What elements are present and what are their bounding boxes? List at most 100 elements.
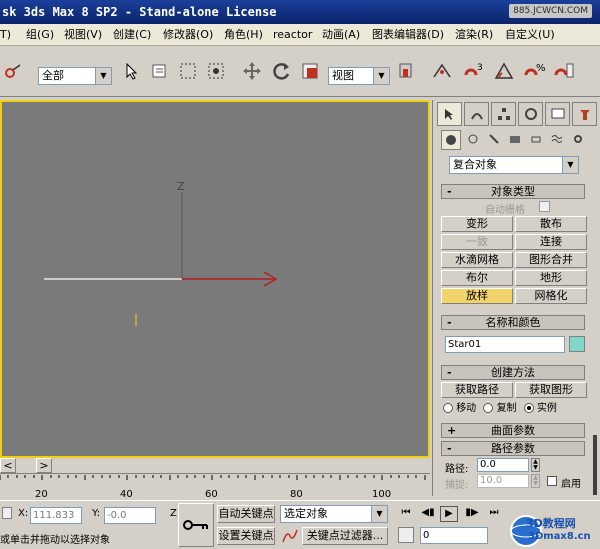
rotate-icon[interactable] xyxy=(270,59,294,83)
geometry-icon[interactable] xyxy=(441,130,461,150)
surface-params-rollout-header[interactable]: + 曲面参数 xyxy=(441,423,585,438)
menu-group[interactable]: 组(G) xyxy=(26,27,54,43)
logo-text: 3D教程网 xyxy=(526,517,576,530)
autogrid-checkbox[interactable] xyxy=(539,201,550,212)
name-color-rollout-header[interactable]: - 名称和颜色 xyxy=(441,315,585,330)
key-filters-button[interactable]: 关键点过滤器... xyxy=(302,527,388,545)
status-bar: X: 111.833 Y: -0.0 Z 或单击并拖动以选择对象 自动关键点 设… xyxy=(0,500,600,549)
snap-spinner[interactable]: ▲ ▼ xyxy=(531,474,540,488)
display-tab-icon[interactable] xyxy=(545,102,570,126)
cameras-icon[interactable] xyxy=(506,130,524,148)
copy-radio-label: 复制 xyxy=(496,403,517,414)
select-object-icon[interactable] xyxy=(120,59,144,83)
set-key-button[interactable]: 设置关键点 xyxy=(217,527,275,545)
ref-coord-dropdown[interactable]: 视图 ▼ xyxy=(328,67,390,85)
spinner-snap-icon[interactable] xyxy=(552,59,576,83)
spacewarps-icon[interactable] xyxy=(548,130,566,148)
move-radio-label: 移动 xyxy=(456,403,477,414)
motion-tab-icon[interactable] xyxy=(518,102,543,126)
object-category-dropdown[interactable]: 复合对象 ▼ xyxy=(449,156,579,174)
region-select-icon[interactable] xyxy=(176,59,200,83)
morph-button[interactable]: 变形 xyxy=(441,216,513,232)
key-icon xyxy=(183,520,208,530)
track-bar[interactable]: 20 40 60 80 100 xyxy=(0,475,430,500)
panel-scrollbar[interactable] xyxy=(593,435,597,495)
mesher-button[interactable]: 网格化 xyxy=(515,288,587,304)
time-slider[interactable]: < > xyxy=(0,458,430,474)
menu-character[interactable]: 角色(H) xyxy=(224,27,263,43)
path-params-rollout-header[interactable]: - 路径参数 xyxy=(441,441,585,456)
create-tab-icon[interactable] xyxy=(437,102,462,126)
play-icon[interactable]: ▶ xyxy=(440,506,458,522)
bind-icon[interactable] xyxy=(2,59,26,83)
terrain-button[interactable]: 地形 xyxy=(515,270,587,286)
hierarchy-tab-icon[interactable] xyxy=(491,102,516,126)
boolean-button[interactable]: 布尔 xyxy=(441,270,513,286)
key-mode-toggle-icon[interactable] xyxy=(398,527,414,543)
selection-filter-dropdown[interactable]: 全部 ▼ xyxy=(38,67,112,85)
shapes-icon[interactable] xyxy=(464,130,482,148)
next-frame-icon[interactable]: ▮▶ xyxy=(462,507,482,521)
utilities-tab-icon[interactable] xyxy=(572,102,597,126)
object-name-field[interactable]: Star01 xyxy=(445,336,565,353)
enable-checkbox[interactable] xyxy=(547,476,557,486)
conform-button[interactable]: 一致 xyxy=(441,234,513,250)
select-by-name-icon[interactable] xyxy=(148,59,172,83)
move-radio[interactable] xyxy=(443,403,453,413)
snap-value-field[interactable]: 10.0 xyxy=(477,474,529,488)
scale-icon[interactable] xyxy=(298,59,322,83)
menu-animation[interactable]: 动画(A) xyxy=(322,27,360,43)
move-icon[interactable] xyxy=(240,59,264,83)
x-coord-field[interactable]: 111.833 xyxy=(30,507,82,524)
set-key-mode-button[interactable] xyxy=(178,503,214,547)
lock-selection-icon[interactable] xyxy=(2,507,12,519)
helpers-icon[interactable] xyxy=(527,130,545,148)
key-selection-dropdown[interactable]: 选定对象 ▼ xyxy=(280,505,388,523)
shapemerge-button[interactable]: 图形合并 xyxy=(515,252,587,268)
select-manipulate-icon[interactable] xyxy=(430,59,454,83)
menu-graph-editors[interactable]: 图表编辑器(D) xyxy=(372,27,444,43)
get-path-button[interactable]: 获取路径 xyxy=(441,382,513,398)
snap-toggle-icon[interactable]: 3 xyxy=(462,59,486,83)
go-to-start-icon[interactable]: ⏮ xyxy=(396,507,416,521)
copy-radio[interactable] xyxy=(483,403,494,413)
creation-method-rollout-header[interactable]: - 创建方法 xyxy=(441,365,585,380)
menu-create[interactable]: 创建(C) xyxy=(113,27,151,43)
lights-icon[interactable] xyxy=(485,130,503,148)
enable-label: 启用 xyxy=(561,479,581,490)
pivot-center-icon[interactable] xyxy=(394,59,418,83)
blobmesh-button[interactable]: 水滴网格 xyxy=(441,252,513,268)
instance-radio[interactable] xyxy=(523,403,534,413)
menu-modifiers[interactable]: 修改器(O) xyxy=(163,27,213,43)
go-to-end-icon[interactable]: ⏭ xyxy=(484,507,504,521)
menu-customize[interactable]: 自定义(U) xyxy=(505,27,555,43)
loft-button[interactable]: 放样 xyxy=(441,288,513,304)
systems-icon[interactable] xyxy=(569,130,587,148)
time-prev-button[interactable]: < xyxy=(0,458,16,473)
logo-subtext: 3Dmax8.cn xyxy=(528,531,591,542)
menu-reactor[interactable]: reactor xyxy=(273,27,312,43)
angle-snap-icon[interactable] xyxy=(492,59,516,83)
prev-frame-icon[interactable]: ◀▮ xyxy=(418,507,438,521)
modify-tab-icon[interactable] xyxy=(464,102,489,126)
connect-button[interactable]: 连接 xyxy=(515,234,587,250)
path-value-field[interactable]: 0.0 xyxy=(477,458,529,472)
scatter-button[interactable]: 散布 xyxy=(515,216,587,232)
auto-key-button[interactable]: 自动关键点 xyxy=(217,505,275,523)
tangent-icon[interactable] xyxy=(280,527,300,545)
ruler-tick-80: 80 xyxy=(290,489,303,500)
perspective-viewport[interactable]: Z xyxy=(0,100,430,458)
time-next-button[interactable]: > xyxy=(36,458,52,473)
menu-rendering[interactable]: 渲染(R) xyxy=(455,27,493,43)
object-type-rollout-header[interactable]: - 对象类型 xyxy=(441,184,585,199)
object-color-swatch[interactable] xyxy=(569,336,585,352)
current-frame-field[interactable]: 0 xyxy=(420,527,488,544)
menu-views[interactable]: 视图(V) xyxy=(64,27,102,43)
ruler-tick-40: 40 xyxy=(120,489,133,500)
menu-tools[interactable]: T) xyxy=(0,27,11,43)
percent-snap-icon[interactable]: % xyxy=(522,59,546,83)
y-coord-field[interactable]: -0.0 xyxy=(104,507,156,524)
get-shape-button[interactable]: 获取图形 xyxy=(515,382,587,398)
window-crossing-icon[interactable] xyxy=(204,59,228,83)
path-spinner[interactable]: ▲ ▼ xyxy=(531,458,540,472)
